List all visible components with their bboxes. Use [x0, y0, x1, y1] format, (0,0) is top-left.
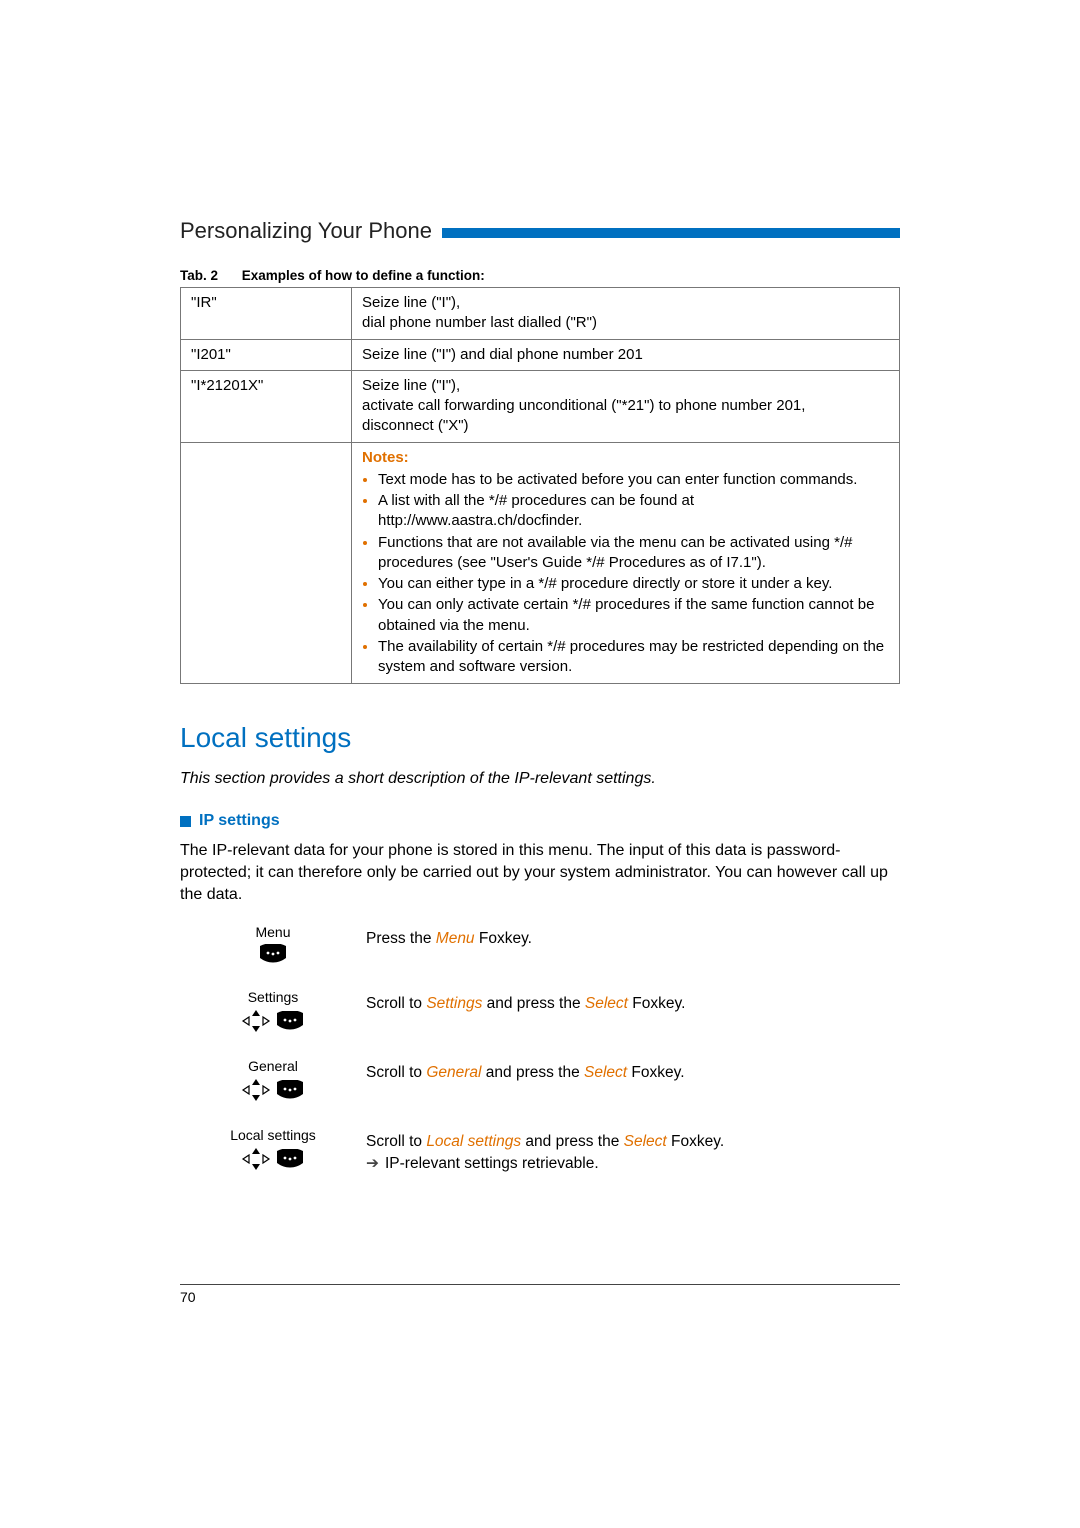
emphasis: Select: [584, 1064, 627, 1081]
instruction-steps: MenuPress the Menu Foxkey.SettingsScroll…: [180, 924, 900, 1174]
step-label: Local settings: [188, 1127, 358, 1143]
instruction-step: SettingsScroll to Settings and press the…: [180, 989, 900, 1036]
page-header: Personalizing Your Phone: [180, 218, 900, 244]
emphasis: Select: [624, 1133, 667, 1150]
ip-settings-subhead: IP settings: [180, 812, 900, 830]
table-row: "I201"Seize line ("I") and dial phone nu…: [181, 339, 900, 370]
page-footer: 70: [180, 1284, 900, 1305]
local-settings-intro: This section provides a short descriptio…: [180, 770, 900, 788]
page-header-title: Personalizing Your Phone: [180, 218, 432, 244]
instruction-step: Local settingsScroll to Local settings a…: [180, 1127, 900, 1174]
emphasis: Select: [585, 995, 628, 1012]
step-label: General: [188, 1058, 358, 1074]
step-left: Local settings: [180, 1127, 366, 1174]
table-cell-empty: [181, 442, 352, 684]
notes-item: The availability of certain */# procedur…: [378, 637, 889, 678]
foxkey-icon: [275, 1149, 305, 1172]
table-cell-desc: Seize line ("I"), dial phone number last…: [352, 288, 900, 340]
step-text: Scroll to Local settings and press the S…: [366, 1127, 900, 1174]
table-cell-code: "I*21201X": [181, 370, 352, 442]
ip-settings-subhead-text: IP settings: [199, 812, 280, 830]
table-row-notes: Notes:Text mode has to be activated befo…: [181, 442, 900, 684]
instruction-step: GeneralScroll to General and press the S…: [180, 1058, 900, 1105]
table-cell-code: "IR": [181, 288, 352, 340]
notes-item: You can either type in a */# procedure d…: [378, 574, 889, 594]
foxkey-icon: [275, 1011, 305, 1034]
notes-label: Notes:: [362, 448, 889, 468]
table-cell-code: "I201": [181, 339, 352, 370]
table-row: "IR"Seize line ("I"), dial phone number …: [181, 288, 900, 340]
foxkey-icon: [275, 1080, 305, 1103]
step-label: Menu: [188, 924, 358, 940]
step-text: Press the Menu Foxkey.: [366, 924, 900, 949]
step-text: Scroll to Settings and press the Select …: [366, 989, 900, 1014]
table-cell-desc: Seize line ("I") and dial phone number 2…: [352, 339, 900, 370]
page: Personalizing Your Phone Tab. 2 Examples…: [0, 0, 1080, 1528]
step-left: General: [180, 1058, 366, 1105]
step-left: Menu: [180, 924, 366, 967]
table-caption-label: Tab. 2: [180, 268, 218, 283]
step-icons: [241, 1009, 305, 1036]
notes-item: Text mode has to be activated before you…: [378, 470, 889, 490]
emphasis: Settings: [426, 995, 482, 1012]
step-line: Scroll to Settings and press the Select …: [366, 993, 900, 1014]
nav-pad-icon: [241, 1078, 271, 1105]
foxkey-icon: [258, 944, 288, 967]
step-left: Settings: [180, 989, 366, 1036]
step-icons: [241, 1147, 305, 1174]
table-row: "I*21201X"Seize line ("I"), activate cal…: [181, 370, 900, 442]
step-label: Settings: [188, 989, 358, 1005]
notes-item: A list with all the */# procedures can b…: [378, 491, 889, 532]
ip-settings-body: The IP-relevant data for your phone is s…: [180, 840, 900, 906]
nav-pad-icon: [241, 1009, 271, 1036]
header-accent-bar: [442, 228, 900, 238]
examples-table: "IR"Seize line ("I"), dial phone number …: [180, 287, 900, 684]
nav-pad-icon: [241, 1147, 271, 1174]
emphasis: Local settings: [426, 1133, 521, 1150]
step-line: Scroll to General and press the Select F…: [366, 1062, 900, 1083]
subhead-bullet-icon: [180, 816, 191, 827]
step-subline: IP-relevant settings retrievable.: [366, 1153, 900, 1174]
instruction-step: MenuPress the Menu Foxkey.: [180, 924, 900, 967]
notes-list: Text mode has to be activated before you…: [362, 470, 889, 678]
step-text: Scroll to General and press the Select F…: [366, 1058, 900, 1083]
table-cell-desc: Seize line ("I"), activate call forwardi…: [352, 370, 900, 442]
step-icons: [241, 1078, 305, 1105]
notes-item: Functions that are not available via the…: [378, 533, 889, 574]
notes-item: You can only activate certain */# proced…: [378, 595, 889, 636]
emphasis: Menu: [436, 930, 475, 947]
table-cell-notes: Notes:Text mode has to be activated befo…: [352, 442, 900, 684]
step-line: Scroll to Local settings and press the S…: [366, 1131, 900, 1152]
table-caption: Tab. 2 Examples of how to define a funct…: [180, 268, 900, 283]
step-icons: [258, 944, 288, 967]
emphasis: General: [426, 1064, 481, 1081]
step-line: Press the Menu Foxkey.: [366, 928, 900, 949]
table-caption-title: Examples of how to define a function:: [242, 268, 485, 283]
local-settings-heading: Local settings: [180, 722, 900, 754]
page-number: 70: [180, 1289, 196, 1305]
